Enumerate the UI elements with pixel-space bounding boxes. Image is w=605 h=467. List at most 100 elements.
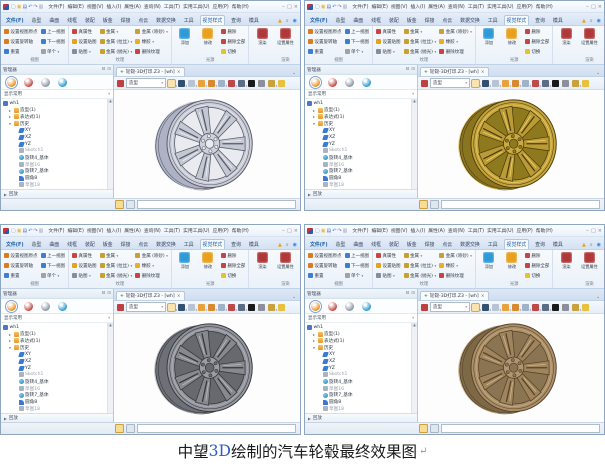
document-tab[interactable]: + 轮毂-3D打印.Z3 - [wh] × bbox=[116, 67, 185, 76]
ribbon-item-单个[interactable]: 单个▾ bbox=[41, 47, 66, 56]
list-toggle-icon[interactable] bbox=[430, 200, 439, 209]
playback-bar[interactable]: ▶ 回放 bbox=[1, 413, 113, 422]
ribbon-item-金属 (喷砂)[interactable]: 金属 (喷砂)▾ bbox=[439, 27, 472, 36]
ribbon-item-金属[interactable]: 金属▾ bbox=[404, 27, 437, 36]
menu-item-查询(N)[interactable]: 查询(N) bbox=[448, 3, 465, 10]
menu-item-文件(F)[interactable]: 文件(F) bbox=[48, 3, 64, 10]
ribbon-item-金属 (拉丝)[interactable]: 金属 (拉丝)▾ bbox=[100, 261, 133, 270]
ribbon-item-设置视图原点[interactable]: 设置视图原点 bbox=[4, 251, 38, 260]
tree-item-旋转7_基体[interactable]: 旋转7_基体 bbox=[307, 168, 417, 175]
open-file-icon[interactable]: ▣ bbox=[17, 228, 22, 234]
history-manager-icon[interactable] bbox=[311, 302, 320, 311]
help-icon[interactable]: ◉ bbox=[293, 242, 297, 249]
ribbon-item-橡胶[interactable]: 橡胶▾ bbox=[439, 261, 472, 270]
black-swatch[interactable] bbox=[248, 80, 255, 87]
tree-item-YZ[interactable]: YZ bbox=[307, 141, 417, 148]
tree-item-旋转7_基体[interactable]: 旋转7_基体 bbox=[3, 168, 113, 175]
redo-icon[interactable]: ↷ bbox=[337, 228, 341, 234]
tab-list-chevron-icon[interactable]: ⌄ bbox=[292, 295, 296, 300]
tree-item-草图18[interactable]: 草图18 bbox=[307, 182, 417, 189]
display-settings-icon[interactable]: ▾ bbox=[542, 80, 549, 87]
ribbon-button-退出[interactable]: 退出 bbox=[602, 251, 604, 281]
menu-item-帮助(H)[interactable]: 帮助(H) bbox=[536, 3, 553, 10]
close-icon[interactable]: × bbox=[294, 228, 298, 234]
ribbon-item-下一视图[interactable]: 下一视图 bbox=[41, 37, 66, 46]
tree-item-YZ[interactable]: YZ bbox=[307, 365, 417, 372]
print-icon[interactable]: ▥ bbox=[343, 4, 348, 10]
quick-view-icon[interactable] bbox=[117, 80, 124, 87]
annotate-icon[interactable]: ▾ bbox=[532, 304, 539, 311]
tree-item-YZ[interactable]: YZ bbox=[3, 365, 113, 372]
ribbon-item-真属性[interactable]: 真属性 bbox=[72, 251, 97, 260]
tree-item-造型(1)[interactable]: ▸造型(1) bbox=[3, 107, 113, 114]
manager-close-icon[interactable]: ⊡ bbox=[107, 291, 111, 296]
expand-arrow-icon[interactable]: ▸ bbox=[8, 338, 12, 343]
new-file-icon[interactable]: ▢ bbox=[315, 4, 320, 10]
open-file-icon[interactable]: ▣ bbox=[321, 228, 326, 234]
menu-item-视图(V)[interactable]: 视图(V) bbox=[87, 227, 104, 234]
tree-item-旋转4_基体[interactable]: 旋转4_基体 bbox=[307, 154, 417, 161]
document-tab[interactable]: + 轮毂-3D打印.Z3 - [wh] × bbox=[116, 291, 185, 300]
ribbon-item-金属 (抛光)[interactable]: 金属 (抛光)▾ bbox=[100, 271, 133, 280]
search-icon[interactable]: ⌕ bbox=[286, 242, 289, 249]
scroll-up-icon[interactable]: ▲ bbox=[108, 323, 113, 327]
expand-arrow-icon[interactable]: ▸ bbox=[8, 108, 12, 113]
menu-item-文件(F)[interactable]: 文件(F) bbox=[352, 227, 368, 234]
ribbon-tab-视觉样式[interactable]: 视觉样式 bbox=[200, 15, 226, 25]
print-icon[interactable]: ▥ bbox=[39, 228, 44, 234]
ribbon-tab-模具[interactable]: 模具 bbox=[247, 16, 261, 25]
menu-item-属性(A)[interactable]: 属性(A) bbox=[124, 3, 141, 10]
ribbon-tab-工具[interactable]: 工具 bbox=[182, 240, 196, 249]
wireframe-mode-icon[interactable]: ▾ bbox=[492, 304, 499, 311]
expand-arrow-icon[interactable]: ▾ bbox=[8, 345, 12, 350]
ribbon-button-退出[interactable]: 退出 bbox=[298, 251, 300, 281]
tree-item-圆角8[interactable]: 圆角8 bbox=[3, 175, 113, 182]
shaded-mode-icon[interactable]: ▾ bbox=[178, 80, 185, 87]
shaded-mode-icon[interactable]: ▾ bbox=[178, 304, 185, 311]
tree-scrollbar[interactable]: ▲ bbox=[411, 323, 417, 413]
search-icon[interactable]: ⌕ bbox=[286, 18, 289, 25]
tree-item-表达式(1)[interactable]: ▸表达式(1) bbox=[3, 338, 113, 345]
ribbon-tab-点云[interactable]: 点云 bbox=[440, 240, 454, 249]
tab-list-chevron-icon[interactable]: ⌄ bbox=[596, 295, 600, 300]
tree-filter-dropdown[interactable]: 显示常用 ▾ bbox=[305, 90, 417, 99]
command-input[interactable] bbox=[441, 200, 600, 209]
menu-item-编辑(E)[interactable]: 编辑(E) bbox=[67, 227, 83, 234]
ribbon-tab-造型[interactable]: 造型 bbox=[30, 16, 44, 25]
tree-item-wh1[interactable]: wh1 bbox=[307, 100, 417, 107]
background-icon[interactable]: ▾ bbox=[512, 304, 519, 311]
scroll-up-icon[interactable]: ▲ bbox=[412, 323, 417, 327]
minimize-icon[interactable]: ‒ bbox=[586, 228, 589, 234]
ribbon-button-渲染[interactable]: 渲染 bbox=[252, 27, 272, 57]
menu-item-帮助(H)[interactable]: 帮助(H) bbox=[232, 3, 249, 10]
assembly-manager-icon[interactable] bbox=[24, 78, 33, 87]
expand-arrow-icon[interactable]: ▾ bbox=[8, 121, 12, 126]
tree-item-YZ[interactable]: YZ bbox=[3, 141, 113, 148]
menu-item-查询(N)[interactable]: 查询(N) bbox=[144, 3, 161, 10]
tree-item-Sketch1[interactable]: Sketch1 bbox=[3, 372, 113, 379]
playback-bar[interactable]: ▶ 回放 bbox=[305, 189, 417, 198]
render-manager-icon[interactable] bbox=[362, 302, 371, 311]
render-style-icon[interactable]: ▾ bbox=[502, 80, 509, 87]
expand-arrow-icon[interactable]: ▸ bbox=[8, 332, 12, 337]
help-icon[interactable]: ◉ bbox=[597, 18, 601, 25]
ribbon-tab-造型[interactable]: 造型 bbox=[30, 240, 44, 249]
expand-arrow-icon[interactable]: ▸ bbox=[8, 114, 12, 119]
ribbon-item-删除[interactable]: 删除 bbox=[525, 27, 550, 36]
ribbon-item-重置[interactable]: 重置 bbox=[308, 47, 342, 56]
menu-item-实用工具(U)[interactable]: 实用工具(U) bbox=[487, 3, 513, 10]
viewport-layout-icon[interactable]: ▾ bbox=[522, 80, 529, 87]
tree-item-旋转7_基体[interactable]: 旋转7_基体 bbox=[307, 392, 417, 399]
ribbon-item-设置旋转轴[interactable]: 设置旋转轴 bbox=[4, 261, 38, 270]
save-icon[interactable]: ▤ bbox=[22, 4, 27, 10]
maximize-icon[interactable]: □ bbox=[287, 228, 292, 234]
ribbon-item-切换[interactable]: 切换 bbox=[525, 47, 550, 56]
save-icon[interactable]: ▤ bbox=[326, 228, 331, 234]
menu-item-实用工具(U)[interactable]: 实用工具(U) bbox=[487, 227, 513, 234]
viewport-layout-icon[interactable]: ▾ bbox=[218, 80, 225, 87]
expand-arrow-icon[interactable]: ▸ bbox=[312, 332, 316, 337]
command-input[interactable] bbox=[137, 424, 296, 433]
display-settings-icon[interactable]: ▾ bbox=[238, 304, 245, 311]
ribbon-tab-造型[interactable]: 造型 bbox=[334, 16, 348, 25]
ribbon-item-重置[interactable]: 重置 bbox=[308, 271, 342, 280]
